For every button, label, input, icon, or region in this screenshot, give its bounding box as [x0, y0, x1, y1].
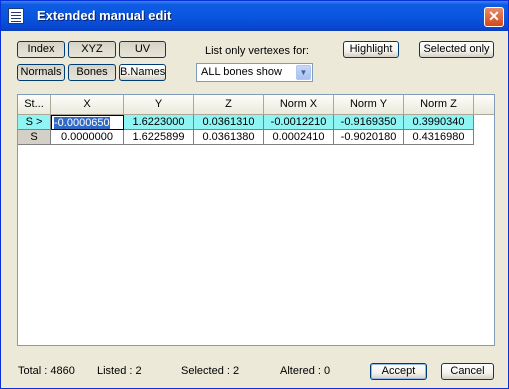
- cell-x[interactable]: 0.0000000: [51, 130, 124, 145]
- row-status-2[interactable]: S: [18, 130, 51, 145]
- cell-norm-z[interactable]: 0.4316980: [404, 130, 474, 145]
- cancel-button[interactable]: Cancel: [441, 363, 494, 380]
- index-toggle-button[interactable]: Index: [17, 41, 65, 58]
- grid-app-icon: [8, 8, 24, 24]
- column-header-norm-y[interactable]: Norm Y: [334, 95, 404, 115]
- bones-filter-select[interactable]: ALL bones show ▼: [196, 63, 313, 82]
- close-icon: ✕: [488, 8, 500, 24]
- listed-count: Listed : 2: [97, 365, 142, 377]
- list-only-label: List only vertexes for:: [205, 45, 309, 57]
- highlight-button[interactable]: Highlight: [343, 41, 399, 58]
- column-header-norm-x[interactable]: Norm X: [264, 95, 334, 115]
- cell-y[interactable]: 1.6223000: [124, 115, 194, 130]
- altered-count: Altered : 0: [280, 365, 331, 377]
- cell-norm-x[interactable]: 0.0002410: [264, 130, 334, 145]
- uv-toggle-button[interactable]: UV: [119, 41, 166, 58]
- extended-manual-edit-dialog: Extended manual edit ✕ Index XYZ UV Norm…: [0, 0, 509, 389]
- cell-norm-y[interactable]: -0.9169350: [334, 115, 404, 130]
- column-header-status[interactable]: St...: [18, 95, 51, 115]
- bones-toggle-button[interactable]: Bones: [68, 64, 116, 81]
- close-button[interactable]: ✕: [484, 7, 504, 27]
- cell-norm-z[interactable]: 0.3990340: [404, 115, 474, 130]
- cell-norm-y[interactable]: -0.9020180: [334, 130, 404, 145]
- column-header-z[interactable]: Z: [194, 95, 264, 115]
- xyz-toggle-button[interactable]: XYZ: [68, 41, 116, 58]
- vertex-grid[interactable]: St... X Y Z Norm X Norm Y Norm Z S > -0.…: [17, 94, 495, 346]
- column-header-filler: [474, 95, 494, 115]
- bone-names-toggle-button[interactable]: B.Names: [119, 64, 166, 81]
- total-count: Total : 4860: [18, 365, 75, 377]
- title-bar[interactable]: Extended manual edit ✕: [1, 1, 508, 31]
- cell-editor-text: -0.0000650: [54, 117, 110, 129]
- selected-count: Selected : 2: [181, 365, 240, 377]
- cell-editor[interactable]: -0.0000650: [51, 115, 124, 130]
- chevron-down-icon[interactable]: ▼: [296, 65, 311, 80]
- column-header-x[interactable]: X: [51, 95, 124, 115]
- selected-only-button[interactable]: Selected only: [419, 41, 494, 58]
- cell-z[interactable]: 0.0361380: [194, 130, 264, 145]
- column-header-norm-z[interactable]: Norm Z: [404, 95, 474, 115]
- normals-toggle-button[interactable]: Normals: [17, 64, 65, 81]
- bones-filter-value: ALL bones show: [201, 66, 282, 78]
- cell-z[interactable]: 0.0361310: [194, 115, 264, 130]
- cell-y[interactable]: 1.6225899: [124, 130, 194, 145]
- column-header-y[interactable]: Y: [124, 95, 194, 115]
- cell-norm-x[interactable]: -0.0012210: [264, 115, 334, 130]
- row-status-1[interactable]: S >: [18, 115, 51, 130]
- accept-button[interactable]: Accept: [370, 363, 427, 380]
- window-title: Extended manual edit: [37, 8, 172, 23]
